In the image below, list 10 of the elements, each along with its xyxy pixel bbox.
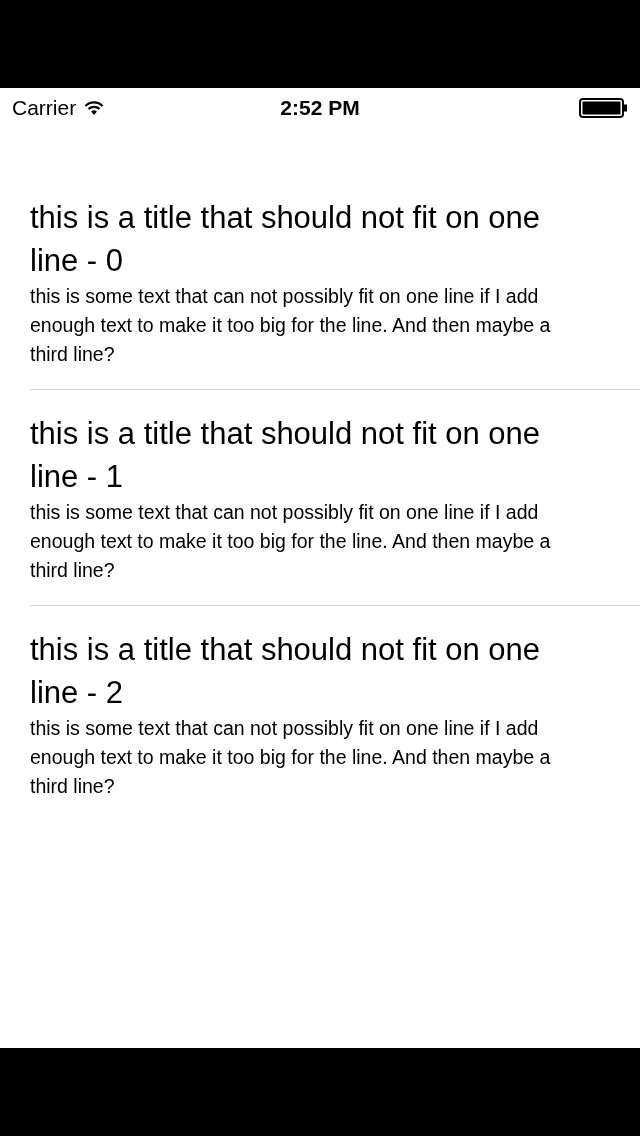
item-text: this is some text that can not possibly fit on one line if I add enough text to make it too big for the line. And then maybe a third line?: [30, 500, 552, 583]
carrier-label: Carrier: [12, 96, 77, 120]
item-title: this is a title that should not fit on one line - 2: [30, 631, 542, 712]
item-title: this is a title that should not fit on one line - 1: [30, 415, 542, 496]
item-text: this is some text that can not possibly fit on one line if I add enough text to make it too big for the line. And then maybe a third line?: [30, 716, 552, 799]
status-time: 2:52 PM: [280, 96, 360, 120]
item-text: this is some text that can not possibly fit on one line if I add enough text to make it too big for the line. And then maybe a third line?: [30, 284, 552, 367]
wifi-icon: [84, 100, 105, 116]
item-title: this is a title that should not fit on one line - 0: [30, 199, 542, 280]
battery-icon: [579, 98, 628, 118]
